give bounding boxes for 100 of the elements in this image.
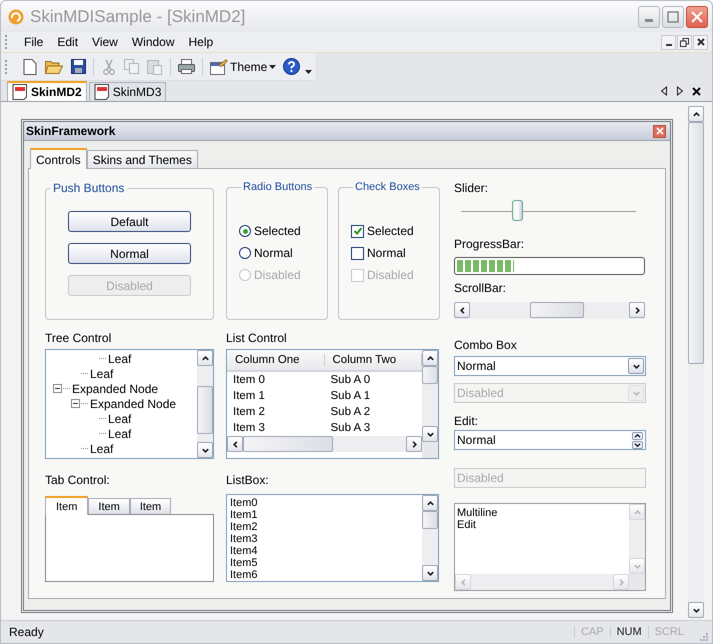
child-window-title: SkinFramework (26, 124, 116, 138)
tab[interactable]: Item (88, 498, 130, 514)
chevron-up-icon (632, 508, 642, 516)
menu-item[interactable]: Window (124, 33, 182, 51)
tab[interactable]: Skins and Themes (86, 150, 198, 168)
menu-item[interactable]: Help (182, 33, 220, 51)
document-tab[interactable]: SkinMD2 (7, 81, 87, 101)
table-cell-text: Sub A 2 (330, 406, 372, 418)
resize-grip-icon[interactable] (698, 631, 708, 641)
window-title: SkinMDISample - [SkinMD2] (30, 6, 246, 26)
scroll-down-button[interactable] (422, 426, 438, 442)
group-title: Check Boxes (354, 181, 421, 193)
document-tab[interactable]: SkinMD3 (88, 82, 166, 101)
scroll-thumb[interactable] (197, 386, 213, 434)
toolbar-overflow-caret-icon[interactable] (305, 70, 312, 74)
radio-button[interactable] (239, 247, 251, 259)
vertical-scrollbar[interactable] (422, 350, 438, 442)
triangle-right-icon[interactable] (676, 86, 684, 96)
theme-button[interactable]: Theme (208, 56, 278, 78)
minimize-icon (645, 19, 653, 22)
caret-icon (269, 64, 276, 68)
checkbox-option[interactable]: Selected (351, 222, 439, 240)
scroll-right-button[interactable] (629, 302, 645, 318)
scroll-thumb[interactable] (530, 302, 584, 318)
slider-thumb[interactable] (512, 200, 523, 221)
combo-box[interactable]: Normal (454, 356, 646, 376)
menu-item[interactable]: File (17, 33, 50, 51)
scroll-down-button[interactable] (197, 442, 213, 458)
push-button[interactable]: Default (68, 211, 191, 232)
tree-item[interactable]: Expanded Node (72, 382, 158, 396)
radio-option[interactable]: Normal (239, 244, 327, 262)
column-header[interactable]: Column One (227, 354, 324, 366)
table-cell-text: Item 1 (232, 390, 266, 402)
text-field[interactable]: Normal (454, 430, 646, 450)
chevron-down-icon (200, 446, 210, 454)
collapse-icon[interactable] (53, 384, 62, 393)
scroll-down-button[interactable] (422, 565, 438, 581)
tab[interactable]: Item (130, 498, 172, 514)
scroll-left-button[interactable] (227, 436, 243, 452)
radio-button[interactable] (239, 225, 251, 237)
checkbox[interactable] (351, 224, 364, 238)
restore-button[interactable] (677, 34, 692, 50)
minimize-button[interactable] (661, 34, 676, 50)
tree-item[interactable]: Leaf (90, 442, 114, 456)
horizontal-scrollbar[interactable] (454, 302, 645, 319)
vertical-scrollbar[interactable] (422, 495, 438, 581)
scroll-right-button[interactable] (406, 436, 422, 452)
close-button[interactable] (693, 34, 708, 50)
chevron-up-icon (200, 354, 210, 362)
maximize-icon (667, 10, 679, 22)
tab[interactable]: Item (45, 496, 88, 515)
tree-item[interactable]: Leaf (108, 352, 132, 366)
close-icon[interactable] (692, 87, 701, 96)
chevron-down-icon (632, 362, 640, 370)
vertical-scrollbar[interactable] (197, 350, 213, 458)
help-button[interactable] (281, 56, 302, 78)
vertical-scrollbar[interactable] (688, 106, 704, 618)
close-icon (696, 38, 704, 46)
scrollbar-corner (422, 442, 438, 458)
horizontal-scrollbar[interactable] (227, 436, 422, 452)
scroll-left-button[interactable] (454, 302, 470, 318)
scroll-up-button[interactable] (688, 106, 704, 122)
checkbox-option[interactable]: Normal (351, 244, 439, 262)
scroll-up-button[interactable] (422, 495, 438, 511)
list-item[interactable]: Item3 (230, 533, 422, 545)
restore-icon (680, 38, 689, 46)
menu-item[interactable]: Edit (50, 33, 86, 51)
checkbox[interactable] (351, 246, 364, 260)
scroll-down-button[interactable] (688, 602, 704, 618)
push-button[interactable]: Normal (68, 243, 191, 264)
scroll-thumb[interactable] (688, 122, 704, 364)
tree-item[interactable]: Leaf (108, 412, 132, 426)
list-item[interactable]: Item1 (230, 509, 422, 521)
scroll-up-button[interactable] (197, 350, 213, 366)
tree-item[interactable]: Leaf (108, 426, 132, 440)
list-item[interactable]: Item6 (230, 569, 422, 581)
list-item[interactable]: Item0 (230, 497, 422, 509)
collapse-icon[interactable] (71, 399, 80, 408)
tree-item[interactable]: Leaf (90, 366, 114, 380)
maximize-button[interactable] (662, 6, 684, 28)
chevron-right-icon (632, 306, 642, 314)
group-title: Push Buttons (52, 181, 126, 195)
spin-buttons[interactable] (632, 432, 643, 448)
scroll-thumb[interactable] (422, 511, 438, 529)
menu-item[interactable]: View (85, 33, 125, 51)
triangle-left-icon[interactable] (660, 86, 668, 96)
progress-bar-label: ProgressBar: (454, 237, 524, 251)
scroll-thumb[interactable] (243, 436, 333, 452)
text-line: Multiline (457, 507, 498, 519)
scroll-thumb[interactable] (422, 366, 438, 384)
radio-option[interactable]: Selected (239, 222, 327, 240)
list-item[interactable]: Item4 (230, 545, 422, 557)
tab[interactable]: Controls (30, 148, 87, 169)
multiline-text-field[interactable]: Multiline Edit (454, 503, 646, 591)
list-item[interactable]: Item5 (230, 557, 422, 569)
scroll-up-button[interactable] (422, 350, 438, 366)
chevron-down-icon (426, 430, 434, 438)
list-item[interactable]: Item2 (230, 521, 422, 533)
close-button[interactable] (653, 124, 666, 138)
tree-item[interactable]: Expanded Node (90, 396, 176, 410)
